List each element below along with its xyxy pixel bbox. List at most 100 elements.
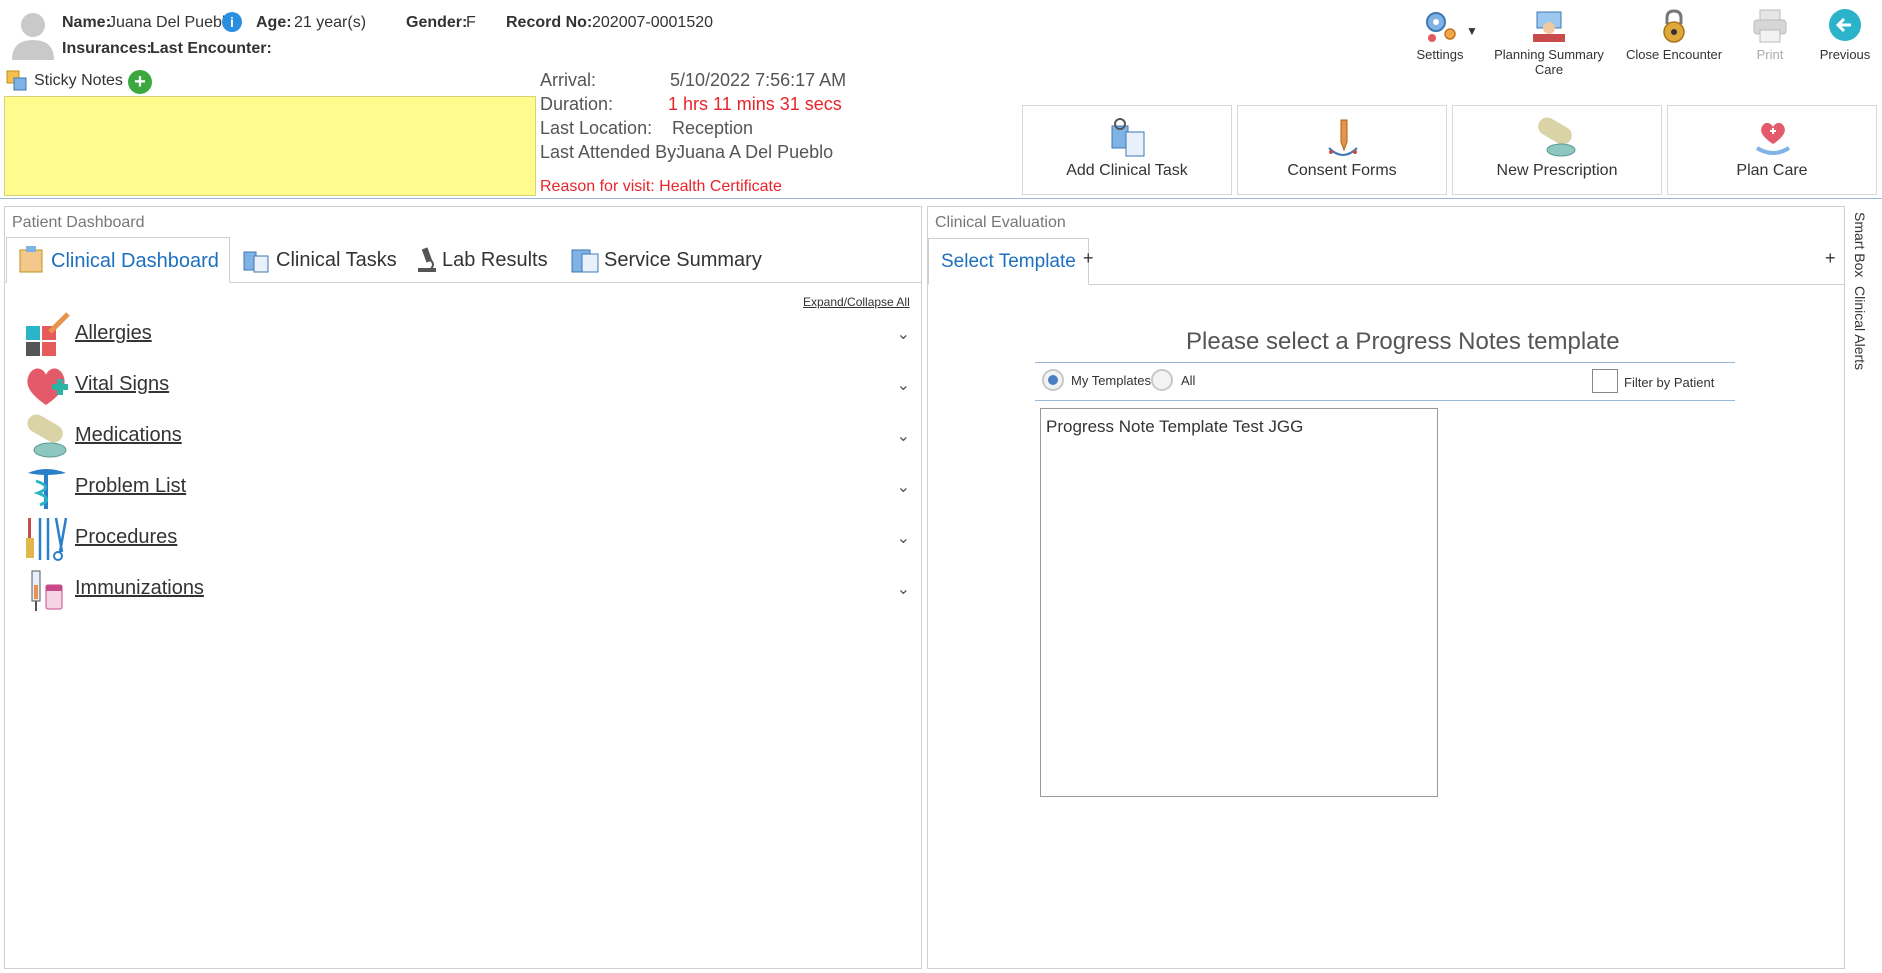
print-label: Print: [1756, 47, 1784, 62]
calculator-icon: [571, 249, 599, 273]
chevron-down-icon[interactable]: ⌄: [897, 477, 910, 497]
prompt-rule-bottom: [1035, 400, 1735, 401]
planning-summary-care-button[interactable]: Planning Summary Care: [1484, 8, 1614, 77]
sticky-notes-area[interactable]: [4, 96, 536, 196]
last-location-label: Last Location:: [540, 118, 653, 138]
add-tab-right-button[interactable]: +: [1825, 248, 1836, 269]
section-immunizations-label: Immunizations: [75, 577, 204, 599]
allergies-icon: [26, 312, 70, 356]
heart-hand-icon: [1755, 122, 1791, 155]
clinical-task-icon: [243, 251, 269, 273]
pill-icon: [1538, 117, 1576, 157]
reason-for-visit: Reason for visit: Health Certificate: [540, 178, 782, 195]
pen-icon: [1328, 119, 1358, 156]
list-item[interactable]: Progress Note Template Test JGG: [1041, 409, 1437, 445]
record-label: Record No:: [506, 14, 593, 31]
section-allergies-label: Allergies: [75, 322, 152, 344]
syringe-icon: [31, 570, 63, 611]
add-clinical-task-button[interactable]: Add Clinical Task: [1022, 105, 1232, 195]
chevron-down-icon[interactable]: ⌄: [897, 528, 910, 548]
settings-dropdown-icon[interactable]: ▼: [1466, 24, 1478, 38]
new-prescription-button[interactable]: New Prescription: [1452, 105, 1662, 195]
close-encounter-label: Close Encounter: [1625, 47, 1723, 62]
gender-label: Gender:: [406, 14, 468, 31]
last-location-value: Reception: [672, 118, 754, 138]
consent-forms-label: Consent Forms: [1287, 162, 1397, 179]
arrival-label: Arrival:: [540, 70, 597, 90]
filter-by-patient-label: Filter by Patient: [1624, 375, 1715, 390]
avatar: [12, 13, 54, 60]
chevron-down-icon[interactable]: ⌄: [897, 375, 910, 395]
consent-forms-button[interactable]: Consent Forms: [1237, 105, 1447, 195]
info-icon[interactable]: i: [222, 12, 242, 32]
encounter-header: Name: Juana Del Pueblo i Age: 21 year(s)…: [0, 0, 1882, 200]
previous-button[interactable]: Previous: [1812, 8, 1878, 64]
duration-label: Duration:: [540, 94, 614, 114]
section-immunizations[interactable]: Immunizations ⌄: [20, 567, 910, 615]
section-vital-signs[interactable]: Vital Signs ⌄: [20, 363, 910, 411]
age-label: Age:: [256, 14, 292, 31]
expand-collapse-all-link[interactable]: Expand/Collapse All: [803, 295, 910, 309]
plan-care-label: Plan Care: [1736, 162, 1808, 179]
previous-label: Previous: [1819, 47, 1871, 62]
my-templates-radio[interactable]: [1042, 369, 1064, 391]
all-templates-label: All: [1181, 373, 1196, 388]
section-procedures-label: Procedures: [75, 526, 178, 548]
arrow-left-icon: [1829, 9, 1861, 41]
close-encounter-button[interactable]: Close Encounter: [1624, 8, 1724, 64]
clipboard-icon: [19, 246, 43, 273]
patient-dashboard-title: Patient Dashboard: [12, 214, 145, 231]
last-attended-label: Last Attended By:: [540, 142, 682, 162]
patient-name: Juana Del Pueblo: [108, 14, 235, 31]
chevron-down-icon[interactable]: ⌄: [897, 324, 910, 344]
add-tab-button[interactable]: +: [1083, 248, 1094, 269]
my-templates-label: My Templates: [1071, 373, 1151, 388]
tab-clinical-tasks-label: Clinical Tasks: [276, 249, 397, 271]
caduceus-icon: [28, 469, 66, 509]
tab-select-template[interactable]: Select Template: [928, 238, 1089, 285]
template-prompt: Please select a Progress Notes template: [1186, 328, 1620, 355]
last-encounter-label: Last Encounter:: [150, 40, 272, 57]
arrival-value: 5/10/2022 7:56:17 AM: [670, 70, 847, 90]
section-vital-signs-label: Vital Signs: [75, 373, 170, 395]
record-number: 202007-0001520: [592, 14, 714, 31]
name-label: Name:: [62, 14, 111, 31]
section-procedures[interactable]: Procedures ⌄: [20, 516, 910, 564]
pill-icon: [27, 414, 67, 458]
clinical-evaluation-title: Clinical Evaluation: [935, 214, 1066, 231]
section-allergies[interactable]: Allergies ⌄: [20, 312, 910, 360]
add-clinical-task-label: Add Clinical Task: [1066, 162, 1188, 179]
heart-icon: [27, 368, 68, 405]
patient-age: 21 year(s): [294, 14, 367, 31]
chevron-down-icon[interactable]: ⌄: [897, 579, 910, 599]
section-medications[interactable]: Medications ⌄: [20, 414, 910, 462]
header-separator: [0, 198, 1882, 199]
lock-icon: [1663, 9, 1685, 43]
sticky-notes-icon: [6, 70, 27, 91]
print-button[interactable]: Print: [1740, 8, 1800, 64]
section-medications-label: Medications: [75, 424, 182, 446]
clinical-task-icon: [1111, 118, 1145, 157]
chevron-down-icon[interactable]: ⌄: [897, 426, 910, 446]
settings-label: Settings: [1416, 47, 1464, 62]
filter-by-patient-checkbox[interactable]: [1592, 369, 1618, 393]
clinical-alerts-tab[interactable]: Clinical Alerts: [1852, 286, 1868, 370]
smart-box-tab[interactable]: Smart Box: [1852, 212, 1868, 277]
gear-icon: [1426, 12, 1456, 42]
tab-select-template-label: Select Template: [941, 251, 1076, 272]
all-templates-radio[interactable]: [1151, 369, 1173, 391]
clinician-desk-icon: [1533, 11, 1565, 42]
template-list[interactable]: Progress Note Template Test JGG: [1040, 408, 1438, 797]
last-attended-value: Juana A Del Pueblo: [676, 142, 834, 162]
section-problem-list[interactable]: Problem List ⌄: [20, 465, 910, 513]
printer-icon: [1753, 9, 1787, 43]
surgical-tools-icon: [26, 517, 68, 561]
tab-lab-results-label: Lab Results: [442, 249, 548, 271]
planning-summary-care-label: Planning Summary Care: [1494, 47, 1604, 77]
patient-gender: F: [466, 14, 476, 31]
new-prescription-label: New Prescription: [1496, 162, 1618, 179]
duration-value: 1 hrs 11 mins 31 secs: [668, 94, 842, 114]
add-sticky-note-button[interactable]: +: [128, 70, 152, 94]
plan-care-button[interactable]: Plan Care: [1667, 105, 1877, 195]
section-problem-list-label: Problem List: [75, 475, 187, 497]
